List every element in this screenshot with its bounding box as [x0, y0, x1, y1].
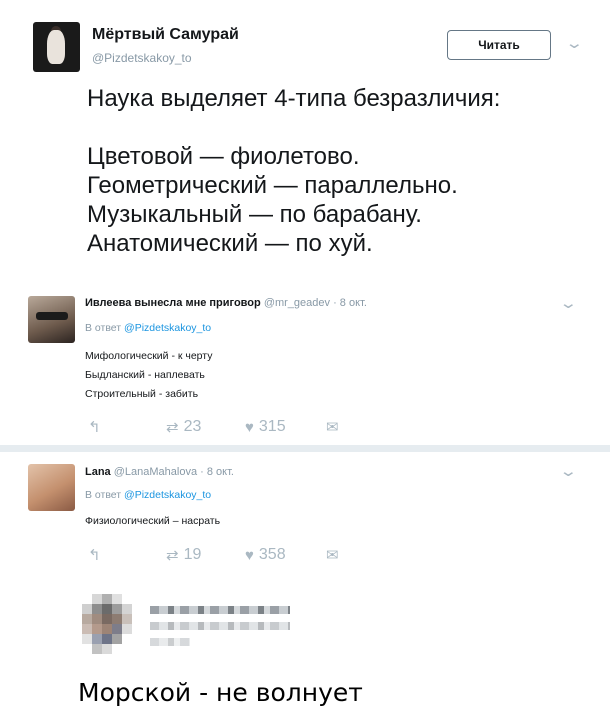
pixelated-text: [150, 622, 290, 630]
pixelated-text: [150, 638, 190, 646]
tweet-line: Наука выделяет 4-типа безразличия:: [87, 85, 501, 112]
reply-text: Физиологический – насрать: [85, 512, 220, 531]
tweet-line: Музыкальный — по барабану.: [87, 201, 422, 228]
reply-avatar[interactable]: [28, 464, 75, 511]
tweet-line: Анатомический — по хуй.: [87, 230, 373, 257]
message-button[interactable]: ✉: [326, 546, 339, 564]
reply-button[interactable]: ↰: [88, 546, 101, 564]
retweet-icon: ⇄: [166, 547, 179, 564]
retweet-count: 19: [183, 546, 202, 563]
reply-text: Мифологический - к черту Быдланский - на…: [85, 347, 212, 404]
like-button[interactable]: ♥ 358: [245, 546, 286, 564]
reply-author-name[interactable]: Lana: [85, 466, 111, 478]
tweet-line: Цветовой — фиолетово.: [87, 143, 360, 170]
reply-author[interactable]: Ивлеева вынесла мне приговор @mr_geadev …: [85, 297, 367, 309]
reply-meta: @LanaMahalova · 8 окт.: [113, 466, 234, 478]
pixelated-avatar: [82, 594, 132, 660]
author-name[interactable]: Мёртвый Самурай: [92, 26, 239, 44]
heart-icon: ♥: [245, 546, 254, 564]
tweet-line: Геометрический — параллельно.: [87, 172, 458, 199]
heart-icon: ♥: [245, 418, 254, 436]
reply-line: Строительный - забить: [85, 388, 199, 400]
caption-text: Морской - не волнует: [78, 678, 363, 707]
like-count: 358: [258, 546, 286, 563]
message-button[interactable]: ✉: [326, 418, 339, 436]
reply-prefix: В ответ: [85, 322, 125, 334]
like-button[interactable]: ♥ 315: [245, 418, 286, 436]
reply-icon: ↰: [88, 547, 101, 564]
pixelated-text: [150, 606, 290, 614]
retweet-icon: ⇄: [166, 419, 179, 436]
chevron-down-icon[interactable]: ⌄: [559, 462, 578, 480]
reply-to-link[interactable]: @Pizdetskakoy_to: [124, 322, 211, 334]
reply-line: Мифологический - к черту: [85, 350, 213, 362]
author-avatar[interactable]: [33, 22, 80, 72]
reply-to-link[interactable]: @Pizdetskakoy_to: [124, 489, 211, 501]
author-handle[interactable]: @Pizdetskakoy_to: [92, 51, 192, 65]
divider: [0, 445, 610, 452]
like-count: 315: [258, 418, 286, 435]
retweet-button[interactable]: ⇄ 19: [166, 546, 201, 564]
reply-line: Быдланский - наплевать: [85, 369, 205, 381]
tweet-text: Наука выделяет 4-типа безразличия: ​ Цве…: [87, 84, 500, 258]
envelope-icon: ✉: [326, 547, 339, 564]
reply-meta: @mr_geadev · 8 окт.: [263, 297, 367, 309]
reply-author-name[interactable]: Ивлеева вынесла мне приговор: [85, 297, 261, 309]
retweet-button[interactable]: ⇄ 23: [166, 418, 201, 436]
reply-line: Физиологический – насрать: [85, 515, 221, 527]
reply-icon: ↰: [88, 419, 101, 436]
reply-to-line: В ответ @Pizdetskakoy_to: [85, 489, 211, 501]
reply-to-line: В ответ @Pizdetskakoy_to: [85, 322, 211, 334]
reply-author[interactable]: Lana @LanaMahalova · 8 окт.: [85, 466, 234, 478]
chevron-down-icon[interactable]: ⌄: [565, 34, 584, 52]
reply-prefix: В ответ: [85, 489, 125, 501]
retweet-count: 23: [183, 418, 202, 435]
chevron-down-icon[interactable]: ⌄: [559, 294, 578, 312]
reply-avatar[interactable]: [28, 296, 75, 343]
reply-button[interactable]: ↰: [88, 418, 101, 436]
envelope-icon: ✉: [326, 419, 339, 436]
tweet-line: ​: [87, 113, 500, 142]
follow-button[interactable]: Читать: [447, 30, 551, 60]
